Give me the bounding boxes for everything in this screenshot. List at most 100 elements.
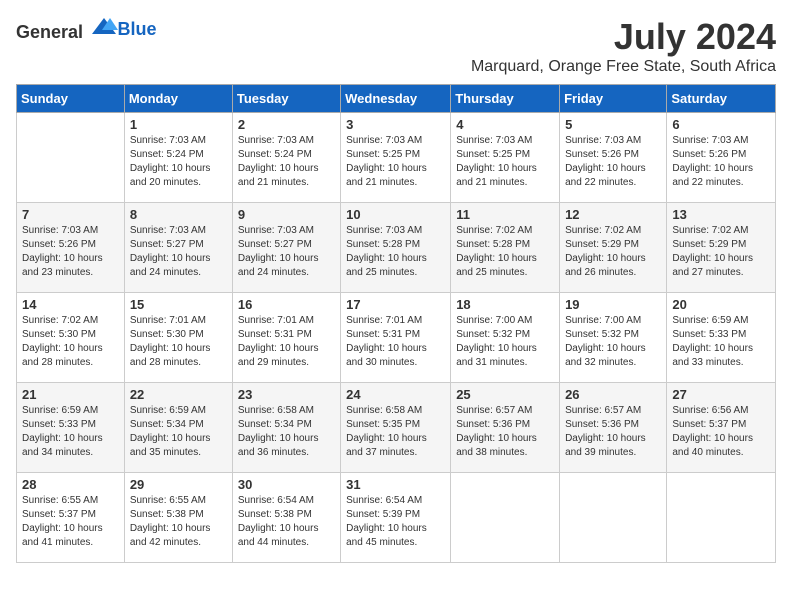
day-info: Sunrise: 7:02 AMSunset: 5:28 PMDaylight:… bbox=[456, 224, 554, 280]
day-info: Sunrise: 6:59 AMSunset: 5:33 PMDaylight:… bbox=[22, 404, 119, 460]
week-row-2: 7 Sunrise: 7:03 AMSunset: 5:26 PMDayligh… bbox=[17, 203, 776, 293]
cell-0-2: 2 Sunrise: 7:03 AMSunset: 5:24 PMDayligh… bbox=[232, 113, 340, 203]
cell-2-3: 17 Sunrise: 7:01 AMSunset: 5:31 PMDaylig… bbox=[341, 293, 451, 383]
day-number: 31 bbox=[346, 477, 445, 492]
day-info: Sunrise: 7:03 AMSunset: 5:27 PMDaylight:… bbox=[238, 224, 335, 280]
day-number: 2 bbox=[238, 117, 335, 132]
cell-1-0: 7 Sunrise: 7:03 AMSunset: 5:26 PMDayligh… bbox=[17, 203, 125, 293]
day-number: 13 bbox=[672, 207, 770, 222]
day-info: Sunrise: 7:03 AMSunset: 5:25 PMDaylight:… bbox=[346, 134, 445, 190]
cell-1-3: 10 Sunrise: 7:03 AMSunset: 5:28 PMDaylig… bbox=[341, 203, 451, 293]
cell-4-1: 29 Sunrise: 6:55 AMSunset: 5:38 PMDaylig… bbox=[124, 473, 232, 563]
cell-4-4 bbox=[451, 473, 560, 563]
day-info: Sunrise: 7:01 AMSunset: 5:31 PMDaylight:… bbox=[238, 314, 335, 370]
day-info: Sunrise: 7:03 AMSunset: 5:24 PMDaylight:… bbox=[130, 134, 227, 190]
day-number: 9 bbox=[238, 207, 335, 222]
day-number: 8 bbox=[130, 207, 227, 222]
day-info: Sunrise: 7:03 AMSunset: 5:24 PMDaylight:… bbox=[238, 134, 335, 190]
day-info: Sunrise: 6:57 AMSunset: 5:36 PMDaylight:… bbox=[565, 404, 661, 460]
cell-0-3: 3 Sunrise: 7:03 AMSunset: 5:25 PMDayligh… bbox=[341, 113, 451, 203]
day-number: 24 bbox=[346, 387, 445, 402]
cell-0-0 bbox=[17, 113, 125, 203]
title-section: July 2024 Marquard, Orange Free State, S… bbox=[471, 16, 776, 76]
header-tuesday: Tuesday bbox=[232, 85, 340, 113]
day-info: Sunrise: 7:03 AMSunset: 5:26 PMDaylight:… bbox=[22, 224, 119, 280]
day-number: 11 bbox=[456, 207, 554, 222]
day-number: 23 bbox=[238, 387, 335, 402]
cell-1-2: 9 Sunrise: 7:03 AMSunset: 5:27 PMDayligh… bbox=[232, 203, 340, 293]
location-title: Marquard, Orange Free State, South Afric… bbox=[471, 58, 776, 76]
cell-3-6: 27 Sunrise: 6:56 AMSunset: 5:37 PMDaylig… bbox=[667, 383, 776, 473]
day-info: Sunrise: 7:03 AMSunset: 5:27 PMDaylight:… bbox=[130, 224, 227, 280]
cell-3-4: 25 Sunrise: 6:57 AMSunset: 5:36 PMDaylig… bbox=[451, 383, 560, 473]
cell-2-0: 14 Sunrise: 7:02 AMSunset: 5:30 PMDaylig… bbox=[17, 293, 125, 383]
day-number: 12 bbox=[565, 207, 661, 222]
day-info: Sunrise: 7:03 AMSunset: 5:26 PMDaylight:… bbox=[565, 134, 661, 190]
day-info: Sunrise: 6:56 AMSunset: 5:37 PMDaylight:… bbox=[672, 404, 770, 460]
page-header: General Blue July 2024 Marquard, Orange … bbox=[16, 16, 776, 76]
day-info: Sunrise: 6:57 AMSunset: 5:36 PMDaylight:… bbox=[456, 404, 554, 460]
day-number: 6 bbox=[672, 117, 770, 132]
day-info: Sunrise: 6:59 AMSunset: 5:33 PMDaylight:… bbox=[672, 314, 770, 370]
day-number: 1 bbox=[130, 117, 227, 132]
day-info: Sunrise: 7:01 AMSunset: 5:31 PMDaylight:… bbox=[346, 314, 445, 370]
cell-4-6 bbox=[667, 473, 776, 563]
day-info: Sunrise: 6:58 AMSunset: 5:35 PMDaylight:… bbox=[346, 404, 445, 460]
day-number: 3 bbox=[346, 117, 445, 132]
cell-3-1: 22 Sunrise: 6:59 AMSunset: 5:34 PMDaylig… bbox=[124, 383, 232, 473]
cell-3-2: 23 Sunrise: 6:58 AMSunset: 5:34 PMDaylig… bbox=[232, 383, 340, 473]
cell-1-6: 13 Sunrise: 7:02 AMSunset: 5:29 PMDaylig… bbox=[667, 203, 776, 293]
header-thursday: Thursday bbox=[451, 85, 560, 113]
day-number: 21 bbox=[22, 387, 119, 402]
cell-0-5: 5 Sunrise: 7:03 AMSunset: 5:26 PMDayligh… bbox=[560, 113, 667, 203]
day-number: 30 bbox=[238, 477, 335, 492]
cell-0-4: 4 Sunrise: 7:03 AMSunset: 5:25 PMDayligh… bbox=[451, 113, 560, 203]
header-sunday: Sunday bbox=[17, 85, 125, 113]
logo-text-general: General bbox=[16, 22, 83, 42]
logo: General Blue bbox=[16, 16, 157, 43]
cell-1-4: 11 Sunrise: 7:02 AMSunset: 5:28 PMDaylig… bbox=[451, 203, 560, 293]
week-row-4: 21 Sunrise: 6:59 AMSunset: 5:33 PMDaylig… bbox=[17, 383, 776, 473]
day-number: 5 bbox=[565, 117, 661, 132]
day-number: 18 bbox=[456, 297, 554, 312]
calendar-table: Sunday Monday Tuesday Wednesday Thursday… bbox=[16, 84, 776, 563]
cell-2-1: 15 Sunrise: 7:01 AMSunset: 5:30 PMDaylig… bbox=[124, 293, 232, 383]
cell-3-5: 26 Sunrise: 6:57 AMSunset: 5:36 PMDaylig… bbox=[560, 383, 667, 473]
day-number: 20 bbox=[672, 297, 770, 312]
logo-icon bbox=[90, 16, 118, 38]
day-info: Sunrise: 7:00 AMSunset: 5:32 PMDaylight:… bbox=[456, 314, 554, 370]
cell-2-5: 19 Sunrise: 7:00 AMSunset: 5:32 PMDaylig… bbox=[560, 293, 667, 383]
day-number: 22 bbox=[130, 387, 227, 402]
header-saturday: Saturday bbox=[667, 85, 776, 113]
day-info: Sunrise: 7:02 AMSunset: 5:29 PMDaylight:… bbox=[672, 224, 770, 280]
cell-4-5 bbox=[560, 473, 667, 563]
day-number: 7 bbox=[22, 207, 119, 222]
day-info: Sunrise: 7:02 AMSunset: 5:30 PMDaylight:… bbox=[22, 314, 119, 370]
day-number: 17 bbox=[346, 297, 445, 312]
cell-1-5: 12 Sunrise: 7:02 AMSunset: 5:29 PMDaylig… bbox=[560, 203, 667, 293]
header-friday: Friday bbox=[560, 85, 667, 113]
day-info: Sunrise: 6:54 AMSunset: 5:38 PMDaylight:… bbox=[238, 494, 335, 550]
cell-4-0: 28 Sunrise: 6:55 AMSunset: 5:37 PMDaylig… bbox=[17, 473, 125, 563]
day-number: 14 bbox=[22, 297, 119, 312]
day-info: Sunrise: 6:59 AMSunset: 5:34 PMDaylight:… bbox=[130, 404, 227, 460]
day-info: Sunrise: 7:01 AMSunset: 5:30 PMDaylight:… bbox=[130, 314, 227, 370]
day-info: Sunrise: 7:00 AMSunset: 5:32 PMDaylight:… bbox=[565, 314, 661, 370]
day-number: 29 bbox=[130, 477, 227, 492]
header-wednesday: Wednesday bbox=[341, 85, 451, 113]
week-row-1: 1 Sunrise: 7:03 AMSunset: 5:24 PMDayligh… bbox=[17, 113, 776, 203]
day-number: 26 bbox=[565, 387, 661, 402]
cell-2-2: 16 Sunrise: 7:01 AMSunset: 5:31 PMDaylig… bbox=[232, 293, 340, 383]
cell-1-1: 8 Sunrise: 7:03 AMSunset: 5:27 PMDayligh… bbox=[124, 203, 232, 293]
cell-2-6: 20 Sunrise: 6:59 AMSunset: 5:33 PMDaylig… bbox=[667, 293, 776, 383]
cell-0-1: 1 Sunrise: 7:03 AMSunset: 5:24 PMDayligh… bbox=[124, 113, 232, 203]
day-number: 28 bbox=[22, 477, 119, 492]
day-number: 27 bbox=[672, 387, 770, 402]
cell-4-3: 31 Sunrise: 6:54 AMSunset: 5:39 PMDaylig… bbox=[341, 473, 451, 563]
cell-4-2: 30 Sunrise: 6:54 AMSunset: 5:38 PMDaylig… bbox=[232, 473, 340, 563]
cell-3-3: 24 Sunrise: 6:58 AMSunset: 5:35 PMDaylig… bbox=[341, 383, 451, 473]
day-number: 19 bbox=[565, 297, 661, 312]
day-info: Sunrise: 7:03 AMSunset: 5:26 PMDaylight:… bbox=[672, 134, 770, 190]
day-number: 4 bbox=[456, 117, 554, 132]
week-row-3: 14 Sunrise: 7:02 AMSunset: 5:30 PMDaylig… bbox=[17, 293, 776, 383]
